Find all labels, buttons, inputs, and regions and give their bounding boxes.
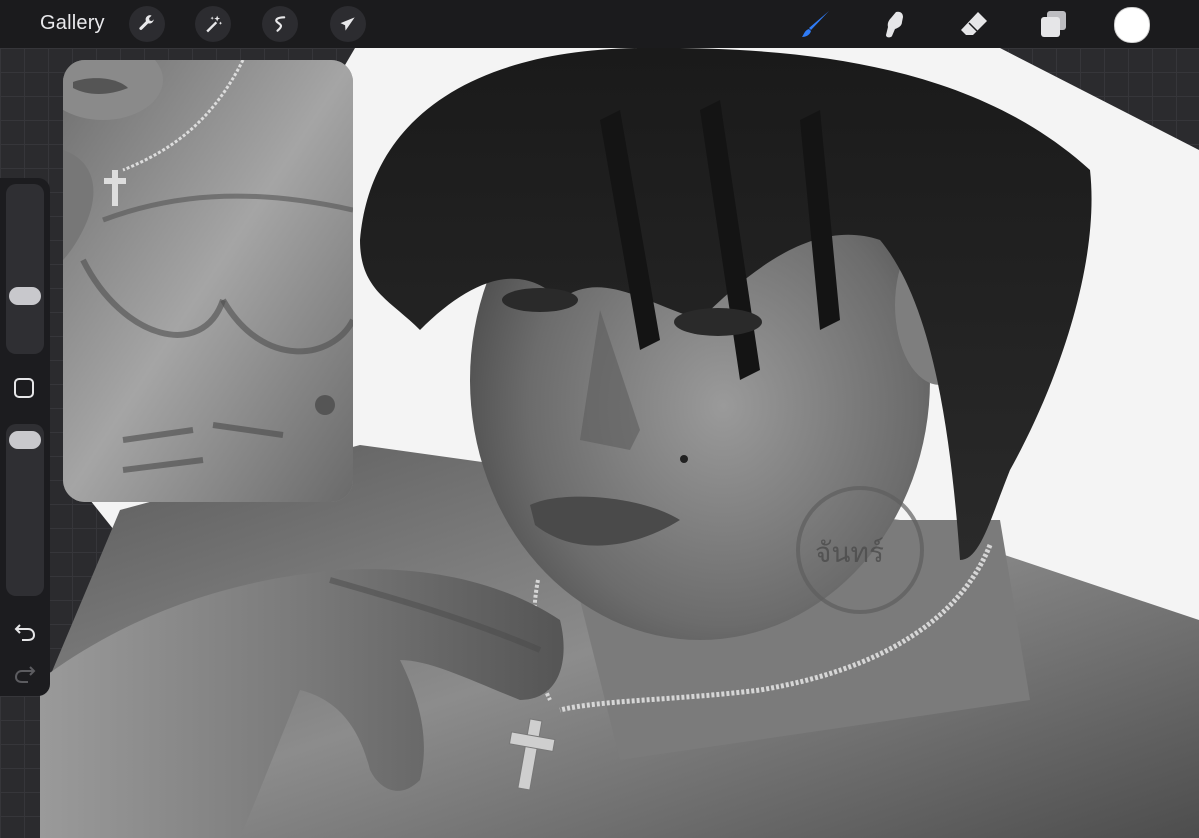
ref-nipple (315, 395, 335, 415)
eraser-tool-button[interactable] (955, 5, 993, 43)
actions-wrench-button[interactable] (129, 6, 165, 42)
opacity-thumb[interactable] (9, 431, 41, 449)
wrench-icon (139, 15, 154, 30)
brush-size-slider[interactable] (6, 184, 44, 354)
transform-button[interactable] (330, 6, 366, 42)
modify-button[interactable] (14, 378, 34, 398)
smudge-icon (886, 11, 903, 38)
opacity-slider[interactable] (6, 424, 44, 596)
transform-arrow-icon (340, 17, 355, 31)
eraser-icon (961, 12, 987, 35)
procreate-app: จันทร์ Gallery (0, 0, 1199, 838)
adjustments-wand-button[interactable] (195, 6, 231, 42)
tattoo-text: จันทร์ (815, 536, 884, 569)
brush-icon (802, 11, 829, 37)
reference-image-panel[interactable] (63, 60, 353, 502)
left-eye (502, 288, 578, 312)
magic-wand-icon (206, 15, 223, 33)
selection-button[interactable] (262, 6, 298, 42)
gallery-button[interactable]: Gallery (40, 12, 105, 35)
redo-icon (14, 666, 36, 683)
undo-icon (14, 624, 36, 641)
layers-button[interactable] (1034, 5, 1072, 43)
color-picker-button[interactable] (1114, 7, 1150, 43)
brush-tool-button[interactable] (797, 5, 835, 43)
brush-size-thumb[interactable] (9, 287, 41, 305)
left-sidebar (0, 178, 50, 696)
layers-icon (1041, 11, 1066, 37)
smudge-tool-button[interactable] (875, 5, 913, 43)
mole (680, 455, 688, 463)
top-toolbar: Gallery (0, 0, 1199, 48)
redo-button[interactable] (12, 662, 38, 686)
undo-button[interactable] (12, 620, 38, 644)
right-eye (674, 308, 762, 336)
selection-icon (275, 16, 286, 32)
reference-image (63, 60, 353, 502)
